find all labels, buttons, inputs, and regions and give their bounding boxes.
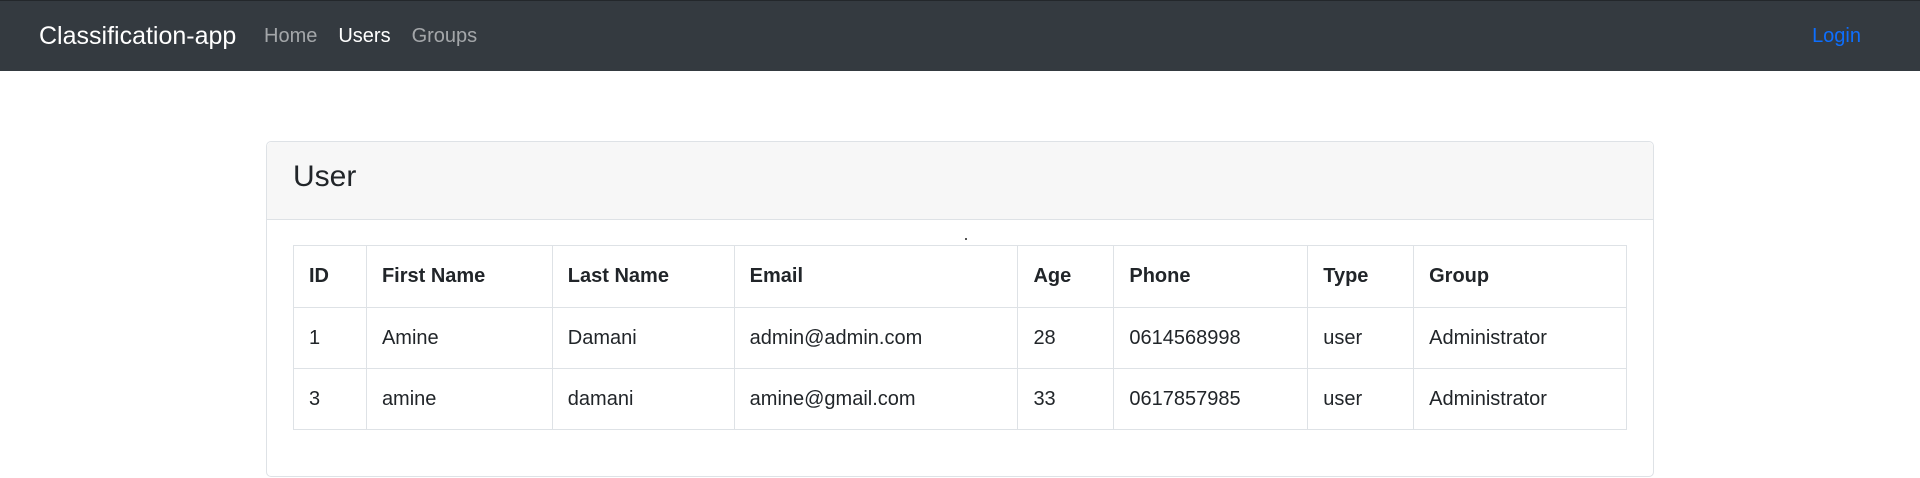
nav-link-home[interactable]: Home xyxy=(264,1,317,72)
cell-group: Administrator xyxy=(1413,307,1627,369)
cell-id: 3 xyxy=(293,368,367,430)
brand-link[interactable]: Classification-app xyxy=(39,1,236,72)
cell-last-name: damani xyxy=(551,368,735,430)
cell-email: amine@gmail.com xyxy=(733,368,1019,430)
header-age: Age xyxy=(1017,245,1115,308)
login-link[interactable]: Login xyxy=(1812,1,1861,72)
cell-type: user xyxy=(1307,307,1415,369)
header-group: Group xyxy=(1413,245,1627,308)
header-type: Type xyxy=(1307,245,1415,308)
table-header-row: ID First Name Last Name Email Age Phone … xyxy=(293,245,1627,308)
user-card: User ID First Name Last Name Email Age P… xyxy=(266,141,1654,477)
nav-links: Home Users Groups xyxy=(264,1,498,72)
cell-first-name: amine xyxy=(365,368,553,430)
cell-first-name: Amine xyxy=(365,307,553,369)
nav-link-users[interactable]: Users xyxy=(338,1,390,72)
nav-link-groups[interactable]: Groups xyxy=(412,1,478,72)
card-title: User xyxy=(293,160,357,193)
cell-age: 28 xyxy=(1017,307,1115,369)
card-header: User xyxy=(267,142,1653,220)
stray-dot xyxy=(965,238,967,240)
header-last-name: Last Name xyxy=(551,245,735,308)
table-row: 1 Amine Damani admin@admin.com 28 061456… xyxy=(293,307,1627,369)
cell-type: user xyxy=(1307,368,1415,430)
cell-group: Administrator xyxy=(1413,368,1627,430)
users-table: ID First Name Last Name Email Age Phone … xyxy=(293,245,1627,430)
table-row: 3 amine damani amine@gmail.com 33 061785… xyxy=(293,368,1627,430)
cell-phone: 0614568998 xyxy=(1113,307,1309,369)
header-first-name: First Name xyxy=(365,245,553,308)
cell-id: 1 xyxy=(293,307,367,369)
top-navbar: Classification-app Home Users Groups Log… xyxy=(0,0,1920,71)
cell-last-name: Damani xyxy=(551,307,735,369)
cell-age: 33 xyxy=(1017,368,1115,430)
cell-phone: 0617857985 xyxy=(1113,368,1309,430)
header-id: ID xyxy=(293,245,367,308)
header-email: Email xyxy=(733,245,1019,308)
header-phone: Phone xyxy=(1113,245,1309,308)
cell-email: admin@admin.com xyxy=(733,307,1019,369)
